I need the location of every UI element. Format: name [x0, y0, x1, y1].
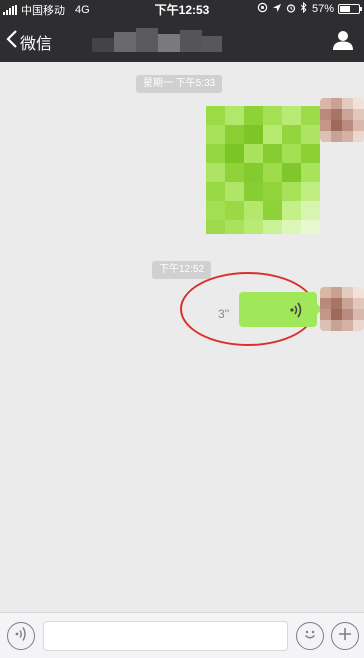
voice-input-icon: [14, 626, 28, 647]
person-icon: [332, 31, 354, 55]
back-label: 微信: [20, 35, 53, 53]
voice-duration: 3'': [218, 307, 230, 321]
input-bar: [0, 612, 364, 658]
more-button[interactable]: [331, 622, 359, 650]
image-message-pixelated[interactable]: [206, 106, 320, 234]
status-bar: 中国移动 4G 下午12:53 57%: [0, 0, 364, 18]
voice-wave-icon: [289, 301, 303, 324]
voice-message[interactable]: [239, 292, 323, 327]
rotation-lock-icon: [257, 2, 268, 16]
avatar[interactable]: [320, 287, 364, 331]
avatar[interactable]: [320, 98, 364, 142]
status-right: 57%: [257, 1, 362, 16]
voice-input-button[interactable]: [7, 622, 35, 650]
nav-bar: 微信: [0, 18, 364, 62]
chat-title-pixelated: [92, 26, 222, 56]
back-button[interactable]: 微信: [6, 29, 52, 54]
battery-percent: 57%: [311, 3, 334, 15]
message-input[interactable]: [43, 621, 288, 651]
chevron-left-icon: [6, 29, 18, 54]
profile-button[interactable]: [332, 29, 354, 51]
alarm-icon: [286, 3, 296, 16]
plus-icon: [337, 626, 353, 647]
emoji-button[interactable]: [296, 622, 324, 650]
timestamp-2: 下午12:52: [152, 261, 212, 279]
emoji-icon: [301, 625, 319, 648]
location-icon: [272, 3, 282, 16]
timestamp-1: 星期一 下午5:33: [136, 75, 223, 93]
battery-icon: [338, 4, 362, 14]
chat-area[interactable]: 星期一 下午5:33 下午12:52 3'': [0, 62, 364, 612]
bluetooth-icon: [300, 1, 308, 16]
